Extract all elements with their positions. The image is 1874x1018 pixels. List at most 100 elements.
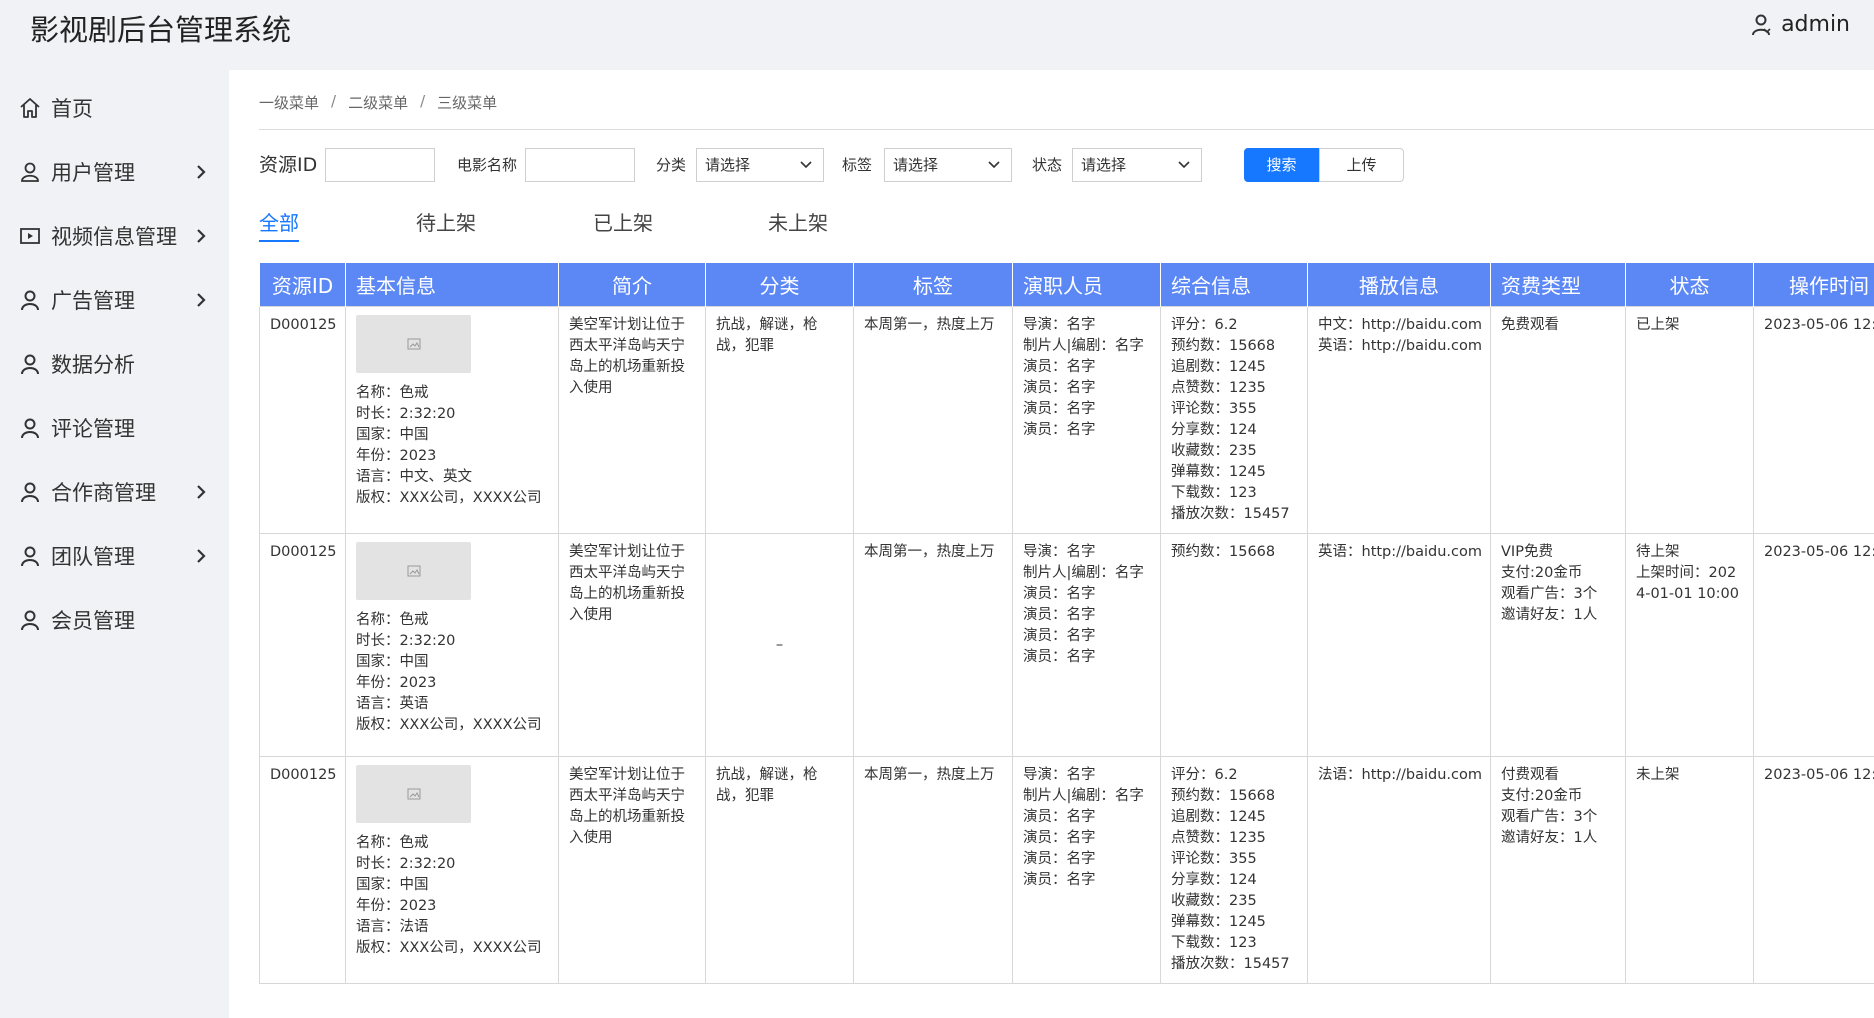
resource-id-label: 资源ID xyxy=(259,154,318,176)
cell-intro: 美空军计划让位于西太平洋岛屿天宁岛上的机场重新投入使用 xyxy=(558,306,706,534)
cell-id: D000125 xyxy=(259,306,346,534)
play-link[interactable]: 法语：http://baidu.com xyxy=(1318,765,1482,786)
image-icon xyxy=(407,788,420,800)
cell-fee: VIP免费 支付:20金币 观看广告：3个 邀请好友：1人 xyxy=(1490,533,1626,757)
play-link[interactable]: 中文：http://baidu.com xyxy=(1318,315,1482,336)
status-line: 未上架 xyxy=(1636,767,1680,783)
user-icon xyxy=(21,354,39,375)
cell-intro: 美空军计划让位于西太平洋岛屿天宁岛上的机场重新投入使用 xyxy=(558,756,706,984)
chevron-down-icon xyxy=(988,161,1000,169)
column-header: 资费类型 xyxy=(1490,262,1626,307)
basic-country: 国家：中国 xyxy=(356,654,429,670)
status-label: 状态 xyxy=(1032,156,1063,174)
cell-stats: 评分：6.2 预约数：15668 追剧数：1245 点赞数：1235 评论数：3… xyxy=(1160,306,1308,534)
fee-line: 支付:20金币 xyxy=(1501,565,1583,581)
stat-line: 预约数：15668 xyxy=(1171,338,1276,354)
stat-line: 预约数：15668 xyxy=(1171,788,1276,804)
chevron-right-icon xyxy=(197,485,206,499)
stat-line: 追剧数：1245 xyxy=(1171,359,1266,375)
basic-year: 年份：2023 xyxy=(356,898,437,914)
top-header: 影视剧后台管理系统 admin xyxy=(0,0,1874,70)
column-header: 简介 xyxy=(558,262,706,307)
table-row: D000125 名称：色戒 时长：2:32:20 国家：中国 年份：2023 语… xyxy=(259,756,1874,984)
status-line: 已上架 xyxy=(1636,317,1680,333)
sidebar: 首页 用户管理 视频信息管理 广告管理 数据分析 评论管理 合作商管理 团队管理… xyxy=(0,70,229,1018)
basic-duration: 时长：2:32:20 xyxy=(356,406,456,422)
column-header: 标签 xyxy=(853,262,1013,307)
sidebar-item-label: 广告管理 xyxy=(51,289,135,313)
status-line: 待上架 xyxy=(1636,544,1680,560)
chevron-down-icon xyxy=(1178,161,1190,169)
stat-line: 下载数：123 xyxy=(1171,485,1257,501)
breadcrumb-item[interactable]: 二级菜单 xyxy=(348,92,408,113)
user-menu[interactable]: admin xyxy=(1751,12,1850,37)
basic-copyright: 版权：XXX公司，XXXX公司 xyxy=(356,940,542,956)
category-select-value: 请选择 xyxy=(705,156,751,174)
breadcrumb-item: 三级菜单 xyxy=(437,94,498,112)
category-select[interactable]: 请选择 xyxy=(696,148,824,182)
fee-line: VIP免费 xyxy=(1501,544,1553,560)
table-header-row: 资源ID 基本信息 简介 分类 标签 演职人员 综合信息 播放信息 资费类型 状… xyxy=(259,262,1874,307)
sidebar-item-label: 合作商管理 xyxy=(51,481,156,505)
resource-id-input[interactable] xyxy=(325,148,435,182)
stat-line: 下载数：123 xyxy=(1171,935,1257,951)
tab-pending[interactable]: 待上架 xyxy=(416,208,476,238)
cast-line: 制片人|编剧：名字 xyxy=(1023,788,1144,804)
search-button[interactable]: 搜索 xyxy=(1244,148,1319,182)
tab-published[interactable]: 已上架 xyxy=(593,208,653,238)
cast-line: 演员：名字 xyxy=(1023,851,1096,867)
cell-basic-info: 名称：色戒 时长：2:32:20 国家：中国 年份：2023 语言：中文、英文 … xyxy=(345,306,559,534)
cell-id: D000125 xyxy=(259,756,346,984)
column-header: 资源ID xyxy=(259,262,346,307)
status-select-value: 请选择 xyxy=(1081,156,1127,174)
sidebar-item-members[interactable]: 会员管理 xyxy=(0,582,229,658)
breadcrumb-separator: / xyxy=(331,92,337,110)
tag-select[interactable]: 请选择 xyxy=(884,148,1012,182)
header-divider xyxy=(259,129,1874,130)
thumbnail-image[interactable] xyxy=(356,542,471,600)
cast-line: 导演：名字 xyxy=(1023,317,1096,333)
cell-intro: 美空军计划让位于西太平洋岛屿天宁岛上的机场重新投入使用 xyxy=(558,533,706,757)
cell-fee: 付费观看 支付:20金币 观看广告：3个 邀请好友：1人 xyxy=(1490,756,1626,984)
upload-button[interactable]: 上传 xyxy=(1319,148,1404,182)
cell-fee: 免费观看 xyxy=(1490,306,1626,534)
movie-name-input[interactable] xyxy=(525,148,635,182)
basic-year: 年份：2023 xyxy=(356,448,437,464)
thumbnail-image[interactable] xyxy=(356,315,471,373)
cell-category: 抗战，解谜，枪战，犯罪 xyxy=(705,756,854,984)
movie-name-label: 电影名称 xyxy=(457,156,518,174)
tag-label: 标签 xyxy=(842,156,873,174)
cell-time: 2023-05-06 12:2 xyxy=(1753,306,1874,534)
tab-all[interactable]: 全部 xyxy=(259,208,299,242)
cell-category: – xyxy=(705,533,854,757)
cell-stats: 评分：6.2 预约数：15668 追剧数：1245 点赞数：1235 评论数：3… xyxy=(1160,756,1308,984)
main-content: 一级菜单 / 二级菜单 / 三级菜单 资源ID 电影名称 分类 请选择 标签 请… xyxy=(229,70,1874,1018)
tab-unpublished[interactable]: 未上架 xyxy=(768,208,828,238)
cell-time: 2023-05-06 12:2 xyxy=(1753,533,1874,757)
basic-language: 语言：法语 xyxy=(356,919,429,935)
stat-line: 收藏数：235 xyxy=(1171,443,1257,459)
column-header: 播放信息 xyxy=(1307,262,1491,307)
fee-line: 邀请好友：1人 xyxy=(1501,830,1598,846)
stat-line: 播放次数：15457 xyxy=(1171,956,1290,972)
sidebar-item-label: 首页 xyxy=(51,97,93,121)
cast-line: 演员：名字 xyxy=(1023,422,1096,438)
user-icon xyxy=(21,162,39,182)
cell-play: 中文：http://baidu.com 英语：http://baidu.com xyxy=(1307,306,1491,534)
thumbnail-image[interactable] xyxy=(356,765,471,823)
column-header: 综合信息 xyxy=(1160,262,1308,307)
image-icon xyxy=(407,338,420,350)
breadcrumb-separator: / xyxy=(420,92,426,110)
play-link[interactable]: 英语：http://baidu.com xyxy=(1318,542,1482,563)
play-link[interactable]: 英语：http://baidu.com xyxy=(1318,336,1482,357)
chevron-right-icon xyxy=(197,165,206,179)
basic-name: 名称：色戒 xyxy=(356,612,429,628)
category-label: 分类 xyxy=(656,156,687,174)
stat-line: 追剧数：1245 xyxy=(1171,809,1266,825)
breadcrumb-item[interactable]: 一级菜单 xyxy=(259,92,319,113)
cell-play: 法语：http://baidu.com xyxy=(1307,756,1491,984)
sidebar-item-label: 视频信息管理 xyxy=(51,225,177,249)
status-select[interactable]: 请选择 xyxy=(1072,148,1202,182)
user-icon xyxy=(1752,14,1771,35)
basic-duration: 时长：2:32:20 xyxy=(356,633,456,649)
